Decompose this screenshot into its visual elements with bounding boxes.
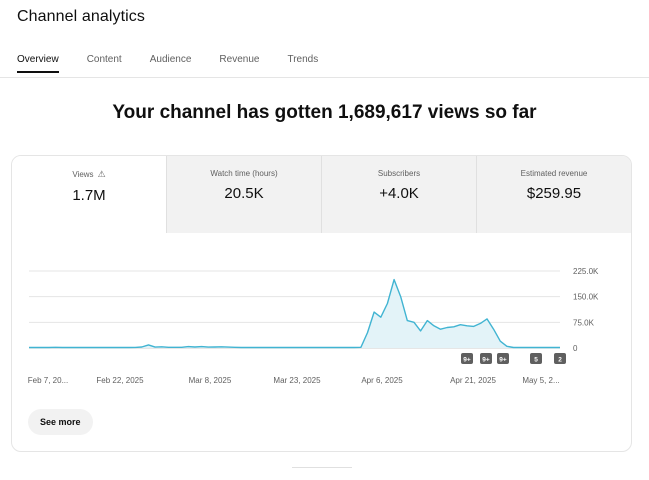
x-tick-label: May 5, 2... (522, 376, 559, 385)
y-tick-label: 0 (573, 344, 578, 353)
tab-bar: Overview Content Audience Revenue Trends (17, 54, 346, 73)
page-title: Channel analytics (17, 8, 145, 25)
annotation-label: 2 (558, 357, 562, 364)
x-tick-label: Apr 6, 2025 (361, 376, 403, 385)
annotation-label: 9+ (482, 357, 490, 364)
metric-tab-watch-time[interactable]: Watch time (hours) 20.5K (166, 156, 321, 233)
x-tick-label: Mar 23, 2025 (273, 376, 321, 385)
metric-value: +4.0K (379, 185, 419, 202)
metric-tab-subscribers[interactable]: Subscribers +4.0K (321, 156, 476, 233)
views-area (29, 279, 560, 348)
bottom-divider (292, 467, 352, 468)
y-tick-label: 150.0K (573, 293, 599, 302)
tab-trends[interactable]: Trends (287, 54, 318, 73)
x-tick-label: Feb 22, 2025 (96, 376, 144, 385)
metric-label-container: Views ⚠ (12, 169, 166, 180)
views-chart[interactable]: 225.0K 150.0K 75.0K 0 9+ 9+ 9+ 5 2 Feb 7, 20... Fe… (12, 233, 632, 393)
metric-value: 1.7M (72, 187, 106, 204)
tabs-divider (0, 77, 649, 78)
tab-audience[interactable]: Audience (150, 54, 192, 73)
analytics-card: Views ⚠ 1.7M Watch time (hours) 20.5K Sub… (11, 155, 632, 452)
tab-revenue[interactable]: Revenue (219, 54, 259, 73)
see-more-button[interactable]: See more (28, 409, 93, 435)
views-headline: Your channel has gotten 1,689,617 views … (112, 102, 537, 123)
x-tick-label: Mar 8, 2025 (189, 376, 232, 385)
tab-overview[interactable]: Overview (17, 54, 59, 73)
metric-label: Estimated revenue (520, 169, 588, 178)
metric-value: 20.5K (224, 185, 264, 202)
annotation-label: 5 (534, 357, 538, 364)
metric-label: Subscribers (377, 169, 421, 178)
x-tick-label: Apr 21, 2025 (450, 376, 496, 385)
metric-value: $259.95 (526, 185, 582, 202)
annotation-label: 9+ (499, 357, 507, 364)
x-tick-label: Feb 7, 20... (28, 376, 68, 385)
metric-label: Watch time (hours) (210, 169, 278, 178)
warning-icon: ⚠ (97, 169, 106, 179)
metric-label: Views (72, 170, 94, 179)
metric-tabs: Views ⚠ 1.7M Watch time (hours) 20.5K Sub… (12, 156, 631, 233)
metric-tab-views[interactable]: Views ⚠ 1.7M (12, 156, 166, 233)
y-tick-label: 75.0K (573, 318, 595, 327)
y-tick-label: 225.0K (573, 267, 599, 276)
tab-content[interactable]: Content (87, 54, 122, 73)
annotation-label: 9+ (463, 357, 471, 364)
metric-tab-revenue[interactable]: Estimated revenue $259.95 (476, 156, 631, 233)
